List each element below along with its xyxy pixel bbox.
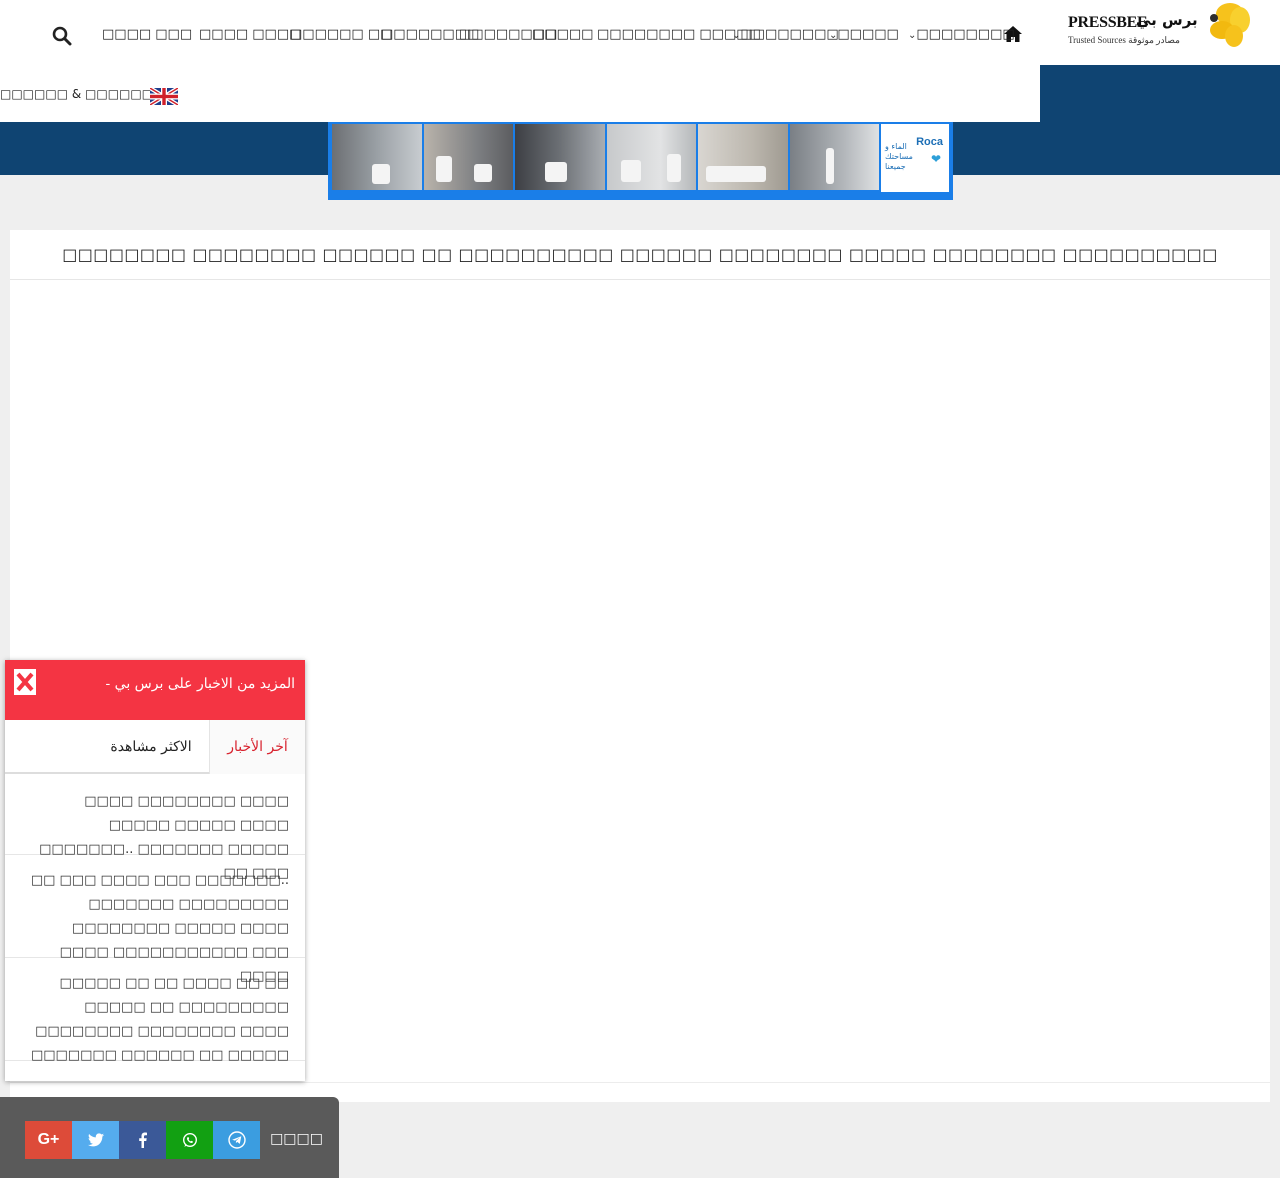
googleplus-icon: G+ [37, 1131, 60, 1148]
twitter-icon [87, 1133, 104, 1147]
banner-photo [332, 124, 422, 190]
tab-most-viewed[interactable]: الاكثر مشاهدة [93, 720, 209, 774]
nav-item-9[interactable]: □□□□ □□□□ [199, 26, 301, 44]
nav-item-1[interactable]: ⌄□□□□□□□□ [905, 26, 1015, 45]
nav-item-8[interactable]: □□□□□□ □□ [290, 26, 392, 44]
article-divider [10, 1082, 1270, 1083]
banner-photo [423, 124, 513, 190]
popup-title: - المزيد من الاخبار على برس بي [105, 676, 295, 692]
pressbee-logo[interactable]: PRESSBEE برس بي Trusted Sources مصادر مو… [1064, 0, 1254, 52]
share-googleplus-button[interactable]: G+ [25, 1121, 72, 1159]
roca-brand: Roca [916, 136, 943, 148]
search-icon[interactable] [52, 26, 72, 46]
roca-slogan: الماء و مساحتك جميعنا [885, 142, 913, 171]
share-label: □□□□ [270, 1131, 323, 1147]
logo-name-ar: برس بي [1136, 11, 1198, 29]
nav-item-4[interactable]: □□□□□□□□ □□□□□ [597, 26, 761, 44]
telegram-icon [227, 1131, 246, 1149]
nav-item-7[interactable]: □□□□□□□□ [381, 26, 479, 44]
banner-photo [515, 124, 605, 190]
heart-icon: ❤ [930, 152, 941, 166]
close-icon[interactable] [14, 669, 36, 695]
share-telegram-button[interactable] [213, 1121, 260, 1159]
news-list-item[interactable]: □□□□□ □□ □□ □□□□ □□ □□ □□□□□ □□ □□□□□□□□… [5, 958, 305, 1063]
banner-photo [606, 124, 696, 190]
more-news-popup: - المزيد من الاخبار على برس بي آخر الأخب… [5, 660, 305, 1081]
news-list-item[interactable]: □□□□ □□□□□□□□ □□□□ □□□□□ □□□□□ □□□□ □□□□… [5, 776, 305, 881]
share-twitter-button[interactable] [72, 1121, 119, 1159]
banner-photo [698, 124, 788, 190]
bee-icon [1210, 3, 1250, 47]
popup-header: - المزيد من الاخبار على برس بي [5, 660, 305, 720]
share-bar: □□□□ G+ [0, 1097, 339, 1178]
nav-item-10[interactable]: □□□□ □□□ [102, 26, 192, 44]
uk-flag-icon[interactable] [150, 88, 178, 105]
banner-photo [789, 124, 879, 190]
roca-logo: Roca الماء و مساحتك جميعنا ❤ [881, 124, 949, 192]
tab-latest-news[interactable]: آخر الأخبار [209, 720, 305, 774]
news-list-item[interactable]: □□ □□□ □□□□ □□□ □□□□□□□.. □□□□□□□ □□□□□□… [5, 855, 305, 984]
logo-tagline: Trusted Sources مصادر موثوقة [1068, 35, 1180, 45]
article-title: □□□□□□□□ □□□□□□□□ □□□□□□ □□ □□□□□□□□□□ □… [10, 230, 1270, 280]
banner-ad[interactable]: Roca الماء و مساحتك جميعنا ❤ [328, 122, 953, 200]
popup-tabs: آخر الأخبار الاكثر مشاهدة [5, 720, 305, 774]
facebook-icon [139, 1132, 147, 1148]
share-facebook-button[interactable] [119, 1121, 166, 1159]
whatsapp-icon [182, 1132, 197, 1148]
share-whatsapp-button[interactable] [166, 1121, 213, 1159]
